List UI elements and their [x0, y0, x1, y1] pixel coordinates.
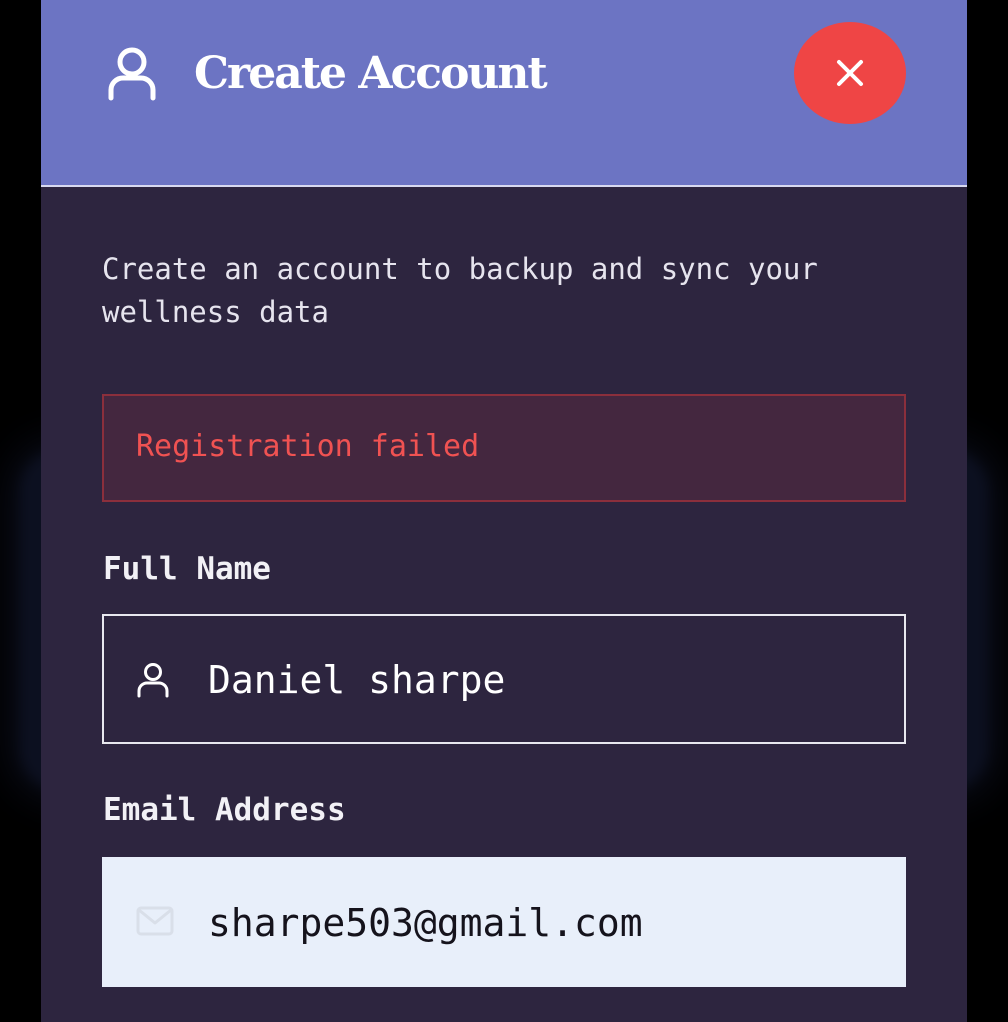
- close-button[interactable]: [794, 22, 906, 124]
- full-name-field[interactable]: [102, 614, 906, 744]
- user-icon: [107, 46, 157, 102]
- full-name-input[interactable]: [208, 656, 868, 704]
- error-message: Registration failed: [136, 429, 480, 464]
- error-alert: Registration failed: [102, 394, 906, 502]
- create-account-modal: Create Account Create an account to back…: [41, 0, 967, 1022]
- close-icon: [836, 59, 864, 87]
- user-icon: [136, 662, 170, 698]
- modal-description: Create an account to backup and sync you…: [102, 252, 818, 329]
- modal-title: Create Account: [194, 48, 548, 99]
- email-label: Email Address: [103, 792, 346, 828]
- modal-header: Create Account: [41, 0, 967, 187]
- email-input[interactable]: [208, 899, 868, 947]
- mail-icon: [136, 905, 174, 941]
- email-field[interactable]: [102, 857, 906, 987]
- full-name-label: Full Name: [103, 551, 271, 587]
